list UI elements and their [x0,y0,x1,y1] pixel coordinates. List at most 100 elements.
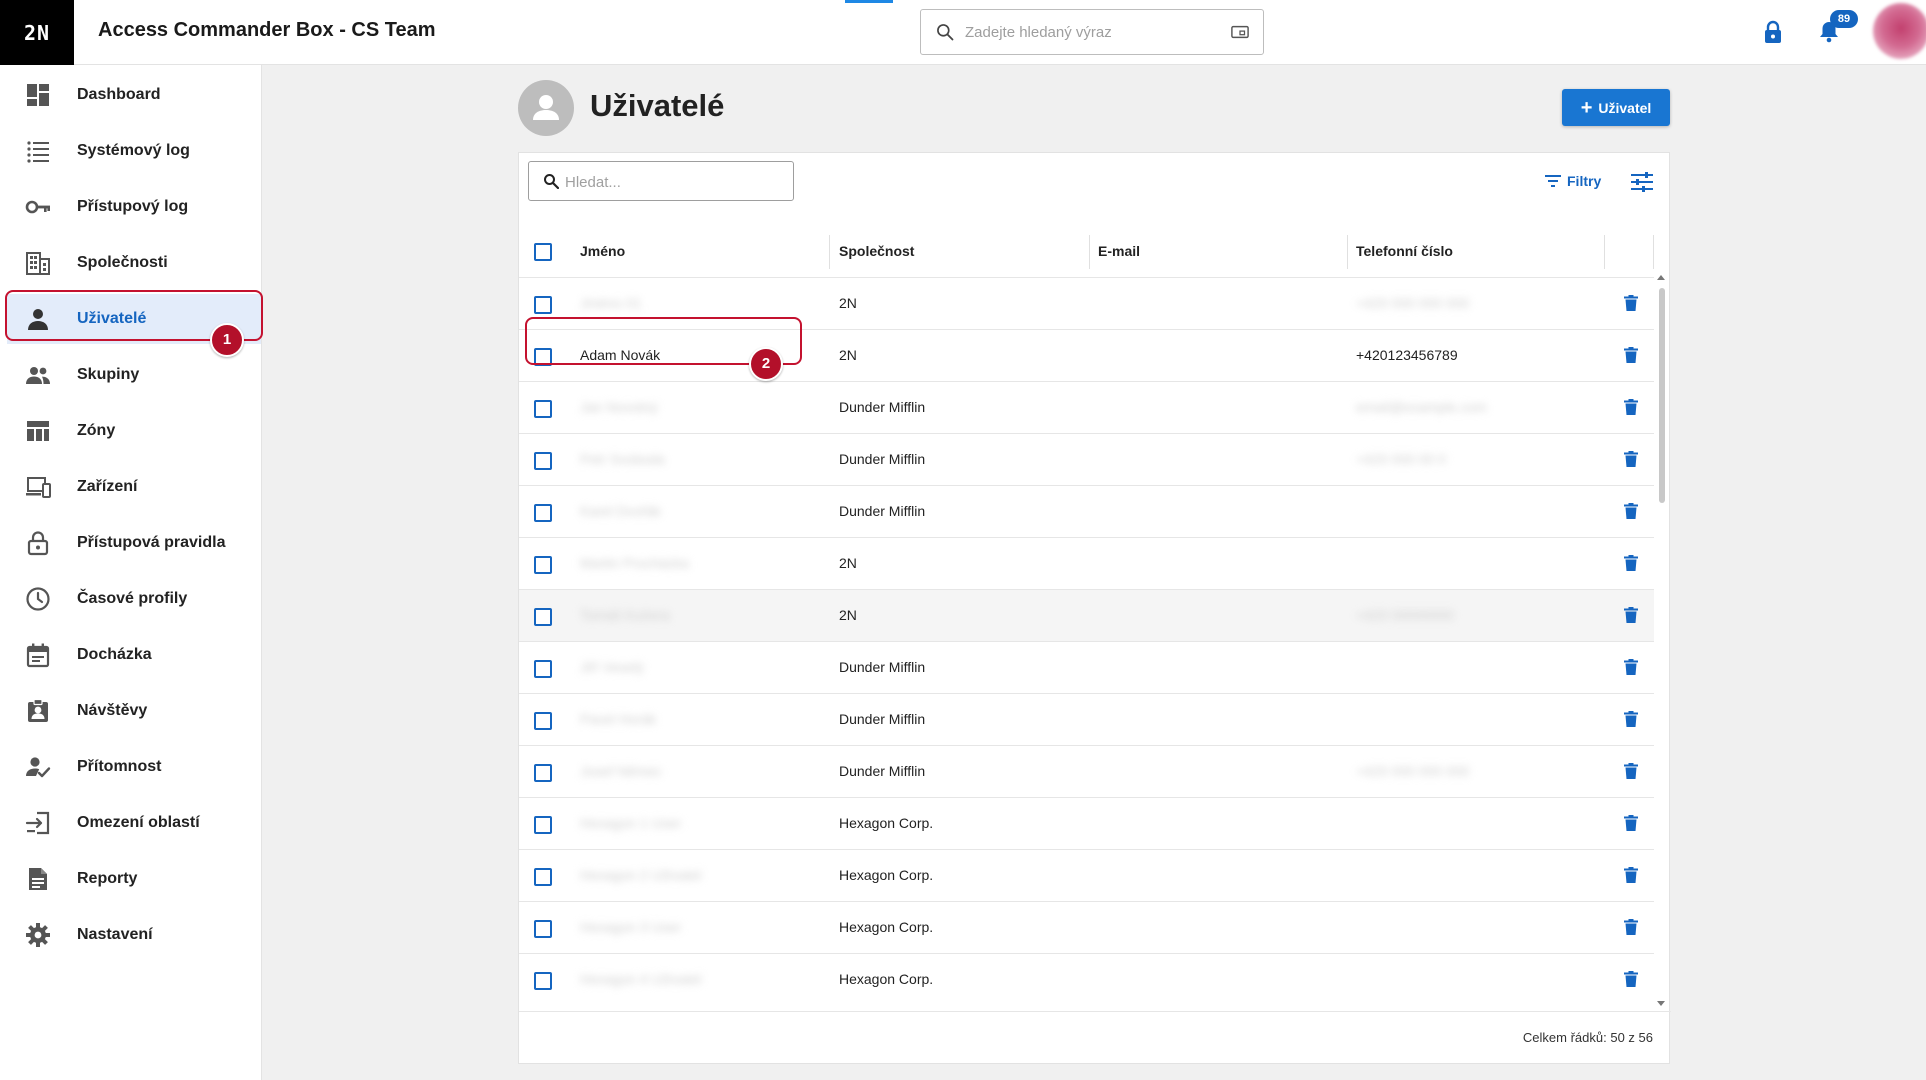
table-row[interactable]: Josef Němec Dunder Mifflin +420 000 000 00… [519,745,1654,797]
cell-company: 2N [839,555,857,571]
row-checkbox[interactable] [534,920,552,938]
sidebar-item-label: Přístupový log [77,198,189,215]
sidebar-item-dashboard[interactable]: Dashboard [7,70,261,120]
row-checkbox[interactable] [534,608,552,626]
cell-name[interactable]: Hexagon 1 User [580,815,681,831]
delete-icon[interactable] [1624,919,1638,935]
row-checkbox[interactable] [534,452,552,470]
row-checkbox[interactable] [534,972,552,990]
delete-icon[interactable] [1624,659,1638,675]
cell-name[interactable]: Martin Procházka [580,555,689,571]
sidebar-item-reports[interactable]: Reporty [7,854,261,904]
row-checkbox[interactable] [534,868,552,886]
delete-icon[interactable] [1624,503,1638,519]
cell-name[interactable]: Adam Novák [580,347,660,363]
user-avatar[interactable] [1873,3,1926,59]
lock-icon[interactable] [1762,20,1784,44]
column-header-name[interactable]: Jméno [580,243,625,259]
global-search-input[interactable] [965,20,1215,44]
sidebar-item-groups[interactable]: Skupiny [7,350,261,400]
add-user-button[interactable]: + Uživatel [1562,89,1670,126]
sidebar-item-system-log[interactable]: Systémový log [7,126,261,176]
row-checkbox[interactable] [534,816,552,834]
sidebar-item-access-log[interactable]: Přístupový log [7,182,261,232]
cell-name[interactable]: Karel Dvořák [580,503,661,519]
sidebar-item-zones[interactable]: Zóny [7,406,261,456]
sidebar-item-visits[interactable]: Návštěvy [7,686,261,736]
column-settings-icon[interactable] [1631,172,1653,192]
delete-icon[interactable] [1624,971,1638,987]
column-header-company[interactable]: Společnost [839,243,914,259]
table-row[interactable]: Hexagon 3 User Hexagon Corp. [519,901,1654,953]
top-tab-indicator [845,0,893,3]
sidebar-item-attendance[interactable]: Docházka [7,630,261,680]
table-row[interactable]: Jiří Veselý Dunder Mifflin [519,641,1654,693]
sidebar-item-area-restrictions[interactable]: Omezení oblastí [7,798,261,848]
table-row[interactable]: Petr Svoboda Dunder Mifflin +420 000 00 0 [519,433,1654,485]
table-scrollbar-thumb[interactable] [1659,288,1665,503]
delete-icon[interactable] [1624,763,1638,779]
column-header-phone[interactable]: Telefonní číslo [1356,243,1453,259]
cell-name[interactable]: Hexagon 4 Uživatel [580,971,701,987]
sidebar-item-settings[interactable]: Nastavení [7,910,261,960]
table-row[interactable]: Hexagon 4 Uživatel Hexagon Corp. [519,953,1654,1005]
sidebar-item-time-profiles[interactable]: Časové profily [7,574,261,624]
global-search-box[interactable] [920,9,1264,55]
delete-icon[interactable] [1624,815,1638,831]
lock-open-icon [27,531,49,556]
cell-name[interactable]: Josef Němec [580,763,662,779]
person-icon [28,309,48,330]
delete-icon[interactable] [1624,867,1638,883]
row-checkbox[interactable] [534,296,552,314]
delete-icon[interactable] [1624,607,1638,623]
brand-logo[interactable]: 2N [0,0,74,65]
table-row[interactable]: Karel Dvořák Dunder Mifflin [519,485,1654,537]
cell-name[interactable]: Hexagon 2 Uživatel [580,867,701,883]
row-checkbox[interactable] [534,712,552,730]
table-search-input[interactable] [565,171,785,193]
plus-icon: + [1580,96,1593,119]
cell-name[interactable]: Jiří Veselý [580,659,644,675]
cell-name[interactable]: Hexagon 3 User [580,919,681,935]
scroll-down-arrow[interactable] [1657,1001,1665,1006]
row-checkbox[interactable] [534,764,552,782]
cell-company: 2N [839,607,857,623]
cell-name[interactable]: Jan Novotný [580,399,658,415]
table-row[interactable]: Jan Novotný Dunder Mifflin email@example.c… [519,381,1654,433]
delete-icon[interactable] [1624,711,1638,727]
cell-name[interactable]: Pavel Horák [580,711,656,727]
row-checkbox[interactable] [534,504,552,522]
delete-icon[interactable] [1624,295,1638,311]
row-checkbox[interactable] [534,660,552,678]
delete-icon[interactable] [1624,451,1638,467]
filters-button[interactable]: Filtry [1545,173,1601,189]
cell-name[interactable]: Petr Svoboda [580,451,665,467]
row-checkbox[interactable] [534,348,552,366]
sidebar-item-presence[interactable]: Přítomnost [7,742,261,792]
table-search-box[interactable] [528,161,794,201]
sidebar-item-access-rules[interactable]: Přístupová pravidla [7,518,261,568]
row-checkbox[interactable] [534,556,552,574]
table-row[interactable]: Adam Novák 2N +420123456789 [519,329,1654,381]
table-row[interactable]: Hexagon 2 Uživatel Hexagon Corp. [519,849,1654,901]
delete-icon[interactable] [1624,399,1638,415]
row-checkbox[interactable] [534,400,552,418]
table-row[interactable]: Hexagon 1 User Hexagon Corp. [519,797,1654,849]
table-row[interactable]: Pavel Horák Dunder Mifflin [519,693,1654,745]
table-header: Jméno Společnost E-mail Telefonní číslo [519,225,1654,277]
sidebar-item-devices[interactable]: Zařízení [7,462,261,512]
table-row[interactable]: Tomáš Kučera 2N +420 00000000 [519,589,1654,641]
delete-icon[interactable] [1624,347,1638,363]
table-row[interactable]: Martin Procházka 2N [519,537,1654,589]
delete-icon[interactable] [1624,555,1638,571]
column-header-email[interactable]: E-mail [1098,243,1140,259]
scroll-up-arrow[interactable] [1657,275,1665,280]
cell-name[interactable]: Jméno 01 [580,295,641,311]
search-icon [937,24,954,41]
cell-name[interactable]: Tomáš Kučera [580,607,669,623]
cell-phone: +420123456789 [1356,347,1458,363]
select-all-checkbox[interactable] [534,243,552,261]
card-reader-icon[interactable] [1231,24,1249,40]
sidebar-item-companies[interactable]: Společnosti [7,238,261,288]
table-row[interactable]: Jméno 01 2N +420 000 000 000 [519,277,1654,329]
